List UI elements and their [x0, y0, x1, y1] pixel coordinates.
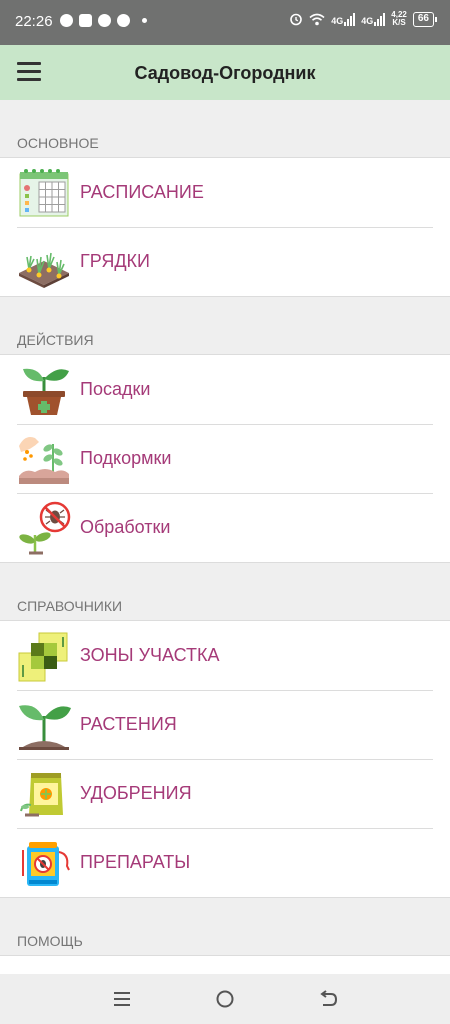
section-actions: Посадки Подкормки Обработки — [0, 354, 450, 563]
status-bar: 22:26 4G 4G 4,22 K/S 66 — [0, 0, 450, 45]
calendar-icon — [17, 166, 71, 220]
telegram-icon — [117, 14, 130, 27]
navigation-bar — [0, 974, 450, 1024]
recents-icon[interactable] — [102, 979, 142, 1019]
menu-item-preparations[interactable]: ПРЕПАРАТЫ — [0, 828, 450, 897]
section-header-actions: ДЕЙСТВИЯ — [17, 332, 94, 348]
menu-item-schedule[interactable]: РАСПИСАНИЕ — [0, 158, 450, 227]
menu-item-label: Обработки — [80, 517, 171, 537]
signal-2-icon: 4G — [361, 12, 386, 26]
menu-item-label: ГРЯДКИ — [80, 251, 150, 271]
menu-item-label: ПРЕПАРАТЫ — [80, 852, 191, 872]
section-header-references: СПРАВОЧНИКИ — [17, 598, 123, 614]
menu-item-feedings[interactable]: Подкормки — [0, 424, 450, 493]
notification-icons — [60, 14, 147, 27]
menu-item-label: Посадки — [80, 379, 151, 399]
menu-item-plantings[interactable]: Посадки — [0, 355, 450, 424]
message-icon — [60, 14, 73, 27]
fertilizing-icon — [17, 432, 71, 486]
wifi-icon — [309, 13, 325, 25]
signal-1-icon: 4G — [331, 12, 356, 26]
section-header-help: ПОМОЩЬ — [17, 933, 83, 949]
app-icon — [98, 14, 111, 27]
app-bar: Садовод-Огородник — [0, 45, 450, 100]
system-status: 4G 4G 4,22 K/S 66 — [289, 11, 438, 27]
battery-icon: 66 — [412, 11, 438, 27]
pest-treatment-icon — [17, 501, 71, 555]
menu-item-label: ЗОНЫ УЧАСТКА — [80, 645, 220, 665]
status-time: 22:26 — [15, 13, 53, 30]
back-icon[interactable] — [308, 979, 348, 1019]
menu-item-beds[interactable]: ГРЯДКИ — [0, 227, 450, 296]
menu-item-plants[interactable]: РАСТЕНИЯ — [0, 690, 450, 759]
menu-item-label: Подкормки — [80, 448, 172, 468]
net-type-1: 4G — [331, 15, 344, 26]
plant-icon — [17, 698, 71, 752]
alarm-icon — [290, 13, 303, 26]
net-speed-unit: K/S — [392, 18, 406, 27]
shield-icon — [79, 14, 92, 27]
menu-item-treatments[interactable]: Обработки — [0, 493, 450, 562]
garden-bed-icon — [17, 235, 71, 289]
app-title: Садовод-Огородник — [134, 63, 316, 83]
menu-item-fertilizers[interactable]: УДОБРЕНИЯ — [0, 759, 450, 828]
net-speed: 4,22 K/S — [391, 11, 407, 27]
potted-sprout-icon — [17, 363, 71, 417]
menu-item-label: РАСПИСАНИЕ — [80, 182, 204, 202]
fertilizer-bag-icon — [17, 767, 71, 821]
section-main: РАСПИСАНИЕ ГРЯДКИ — [0, 157, 450, 297]
more-notifications-icon — [142, 18, 147, 23]
plot-zones-icon — [17, 629, 71, 683]
sprayer-icon — [17, 836, 71, 890]
menu-item-label: УДОБРЕНИЯ — [80, 783, 192, 803]
menu-item-label: РАСТЕНИЯ — [80, 714, 177, 734]
drawer-content: ОСНОВНОЕ РАСПИСАНИЕ ГРЯДКИ ДЕЙСТВИЯ Поса… — [0, 100, 450, 985]
section-header-main: ОСНОВНОЕ — [17, 135, 99, 151]
net-type-2: 4G — [361, 15, 374, 26]
section-references: ЗОНЫ УЧАСТКА РАСТЕНИЯ УДОБРЕНИЯ ПРЕПАРАТ… — [0, 620, 450, 898]
menu-item-plot-zones[interactable]: ЗОНЫ УЧАСТКА — [0, 621, 450, 690]
home-icon[interactable] — [205, 979, 245, 1019]
